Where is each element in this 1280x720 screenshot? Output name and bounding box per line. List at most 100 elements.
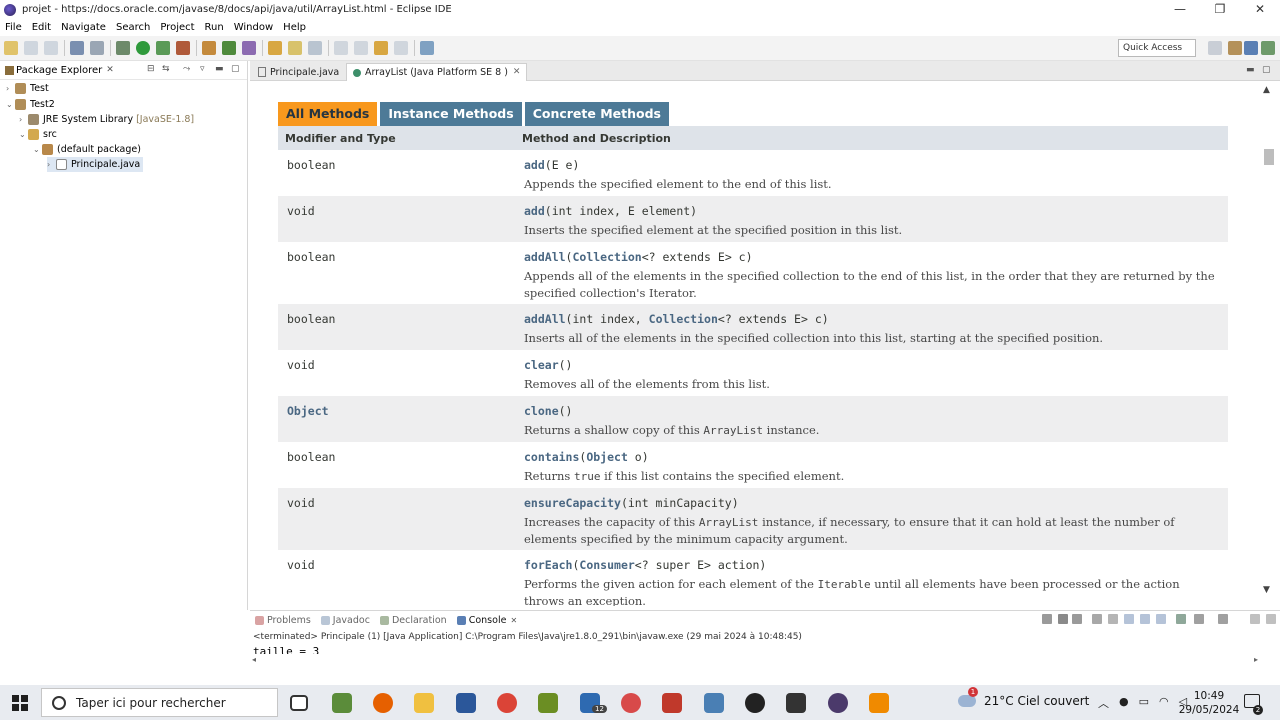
new-icon[interactable] <box>4 41 18 55</box>
menu-edit[interactable]: Edit <box>27 19 56 36</box>
show-on-output-icon[interactable] <box>1140 614 1150 624</box>
task-view-icon[interactable] <box>290 695 308 711</box>
run-icon[interactable] <box>136 41 150 55</box>
capcut-icon[interactable] <box>786 693 806 713</box>
method-link[interactable]: contains <box>524 450 579 464</box>
chrome-icon[interactable] <box>497 693 517 713</box>
tab-principale-java[interactable]: Principale.java <box>252 63 345 81</box>
collapse-icon[interactable]: ⌄ <box>19 130 28 139</box>
wifi-icon[interactable]: ◠ <box>1159 695 1169 711</box>
console-hscrollbar[interactable]: ◂ ▸ <box>250 655 1270 667</box>
back-icon[interactable] <box>374 41 388 55</box>
expand-icon[interactable]: › <box>47 160 56 169</box>
open-console-icon[interactable] <box>1218 614 1228 624</box>
close-view-icon[interactable]: ✕ <box>106 65 114 75</box>
editor-scrollbar[interactable]: ▲ ▼ <box>1262 85 1274 607</box>
pin-console-icon[interactable] <box>1176 614 1186 624</box>
view-menu-icon[interactable]: ▿ <box>200 64 205 74</box>
method-link[interactable]: add <box>524 204 545 218</box>
coverage-icon[interactable] <box>156 41 170 55</box>
tree-item-default-package[interactable]: ⌄ (default package) <box>33 142 141 157</box>
tree-item-src[interactable]: ⌄ src <box>19 127 57 142</box>
maximize-view-icon[interactable]: ▢ <box>231 64 240 74</box>
terminal-icon[interactable] <box>70 41 84 55</box>
terminate-icon[interactable] <box>1042 614 1052 624</box>
scroll-left-icon[interactable]: ◂ <box>252 655 256 664</box>
method-link[interactable]: clone <box>524 404 559 418</box>
method-link[interactable]: addAll <box>524 312 566 326</box>
remove-launch-icon[interactable] <box>1058 614 1068 624</box>
tab-declaration[interactable]: Declaration <box>375 615 452 626</box>
battery-icon[interactable]: ▭ <box>1139 695 1149 711</box>
quick-access-field[interactable]: Quick Access <box>1118 39 1196 57</box>
menu-window[interactable]: Window <box>229 19 278 36</box>
debug-perspective-icon[interactable] <box>1261 41 1275 55</box>
minimize-button[interactable]: — <box>1160 0 1200 19</box>
debug-icon[interactable] <box>116 41 130 55</box>
app-icon-5[interactable] <box>745 693 765 713</box>
tab-javadoc[interactable]: Javadoc <box>316 615 375 626</box>
open-perspective-icon[interactable] <box>1208 41 1222 55</box>
scroll-up-icon[interactable]: ▲ <box>1263 85 1270 95</box>
chevron-up-icon[interactable]: ︿ <box>1098 695 1109 711</box>
java-ee-perspective-icon[interactable] <box>1228 41 1242 55</box>
focus-icon[interactable]: ⤳ <box>183 64 190 74</box>
forward-icon[interactable] <box>394 41 408 55</box>
remove-all-icon[interactable] <box>1072 614 1082 624</box>
package-explorer-title[interactable]: Package Explorer <box>16 65 102 76</box>
clock[interactable]: 10:49 29/05/2024 <box>1178 689 1240 717</box>
tab-arraylist-javadoc[interactable]: ArrayList (Java Platform SE 8 ) ✕ <box>346 63 528 81</box>
scroll-right-icon[interactable]: ▸ <box>1254 655 1258 664</box>
menu-run[interactable]: Run <box>200 19 229 36</box>
app-icon-1[interactable] <box>332 693 352 713</box>
wps-icon[interactable] <box>662 693 682 713</box>
expand-icon[interactable]: › <box>6 84 15 93</box>
type-link[interactable]: Consumer <box>579 558 634 572</box>
type-link[interactable]: Object <box>586 450 628 464</box>
tab-instance-methods[interactable]: Instance Methods <box>380 102 522 126</box>
app-icon-2[interactable] <box>538 693 558 713</box>
firefox-icon[interactable] <box>373 693 393 713</box>
start-button[interactable] <box>0 685 40 720</box>
scroll-lock-icon[interactable] <box>1108 614 1118 624</box>
file-explorer-icon[interactable] <box>414 693 434 713</box>
collapse-icon[interactable]: ⌄ <box>6 100 15 109</box>
tab-all-methods[interactable]: All Methods <box>278 102 378 126</box>
open-type-icon[interactable] <box>242 41 256 55</box>
method-link[interactable]: add <box>524 158 545 172</box>
close-button[interactable]: ✕ <box>1240 0 1280 19</box>
scroll-down-icon[interactable]: ▼ <box>1263 585 1270 595</box>
menu-navigate[interactable]: Navigate <box>56 19 111 36</box>
menu-project[interactable]: Project <box>155 19 199 36</box>
method-link[interactable]: forEach <box>524 558 572 572</box>
collapse-icon[interactable]: ⌄ <box>33 145 42 154</box>
folder-icon[interactable] <box>268 41 282 55</box>
show-on-error-icon[interactable] <box>1156 614 1166 624</box>
skip-breakpoints-icon[interactable] <box>90 41 104 55</box>
close-tab-icon[interactable]: ✕ <box>513 64 521 81</box>
java-perspective-icon[interactable] <box>1244 41 1258 55</box>
expand-icon[interactable]: › <box>19 115 28 124</box>
minimize-view-icon[interactable] <box>1250 614 1260 624</box>
new-package-icon[interactable] <box>202 41 216 55</box>
scrollbar-thumb[interactable] <box>1264 149 1274 165</box>
method-link[interactable]: ensureCapacity <box>524 496 621 510</box>
external-tools-icon[interactable] <box>176 41 190 55</box>
tab-console[interactable]: Console ✕ <box>452 615 522 626</box>
new-class-icon[interactable] <box>222 41 236 55</box>
type-link[interactable]: Collection <box>649 312 718 326</box>
collapse-all-icon[interactable]: ⊟ <box>147 64 155 74</box>
tree-item-test2[interactable]: ⌄ Test2 <box>6 97 55 112</box>
annotation-icon[interactable] <box>308 41 322 55</box>
menu-file[interactable]: File <box>0 19 27 36</box>
save-icon[interactable] <box>24 41 38 55</box>
word-icon[interactable] <box>456 693 476 713</box>
tree-item-jre-library[interactable]: › JRE System Library [JavaSE-1.8] <box>19 112 194 127</box>
app-icon-3[interactable] <box>621 693 641 713</box>
weather-widget[interactable]: 1 21°C Ciel couvert <box>958 687 1089 708</box>
clear-console-icon[interactable] <box>1092 614 1102 624</box>
next-annotation-icon[interactable] <box>334 41 348 55</box>
maximize-button[interactable]: ❐ <box>1200 0 1240 19</box>
microphone-icon[interactable]: ● <box>1119 695 1129 711</box>
menu-search[interactable]: Search <box>111 19 155 36</box>
